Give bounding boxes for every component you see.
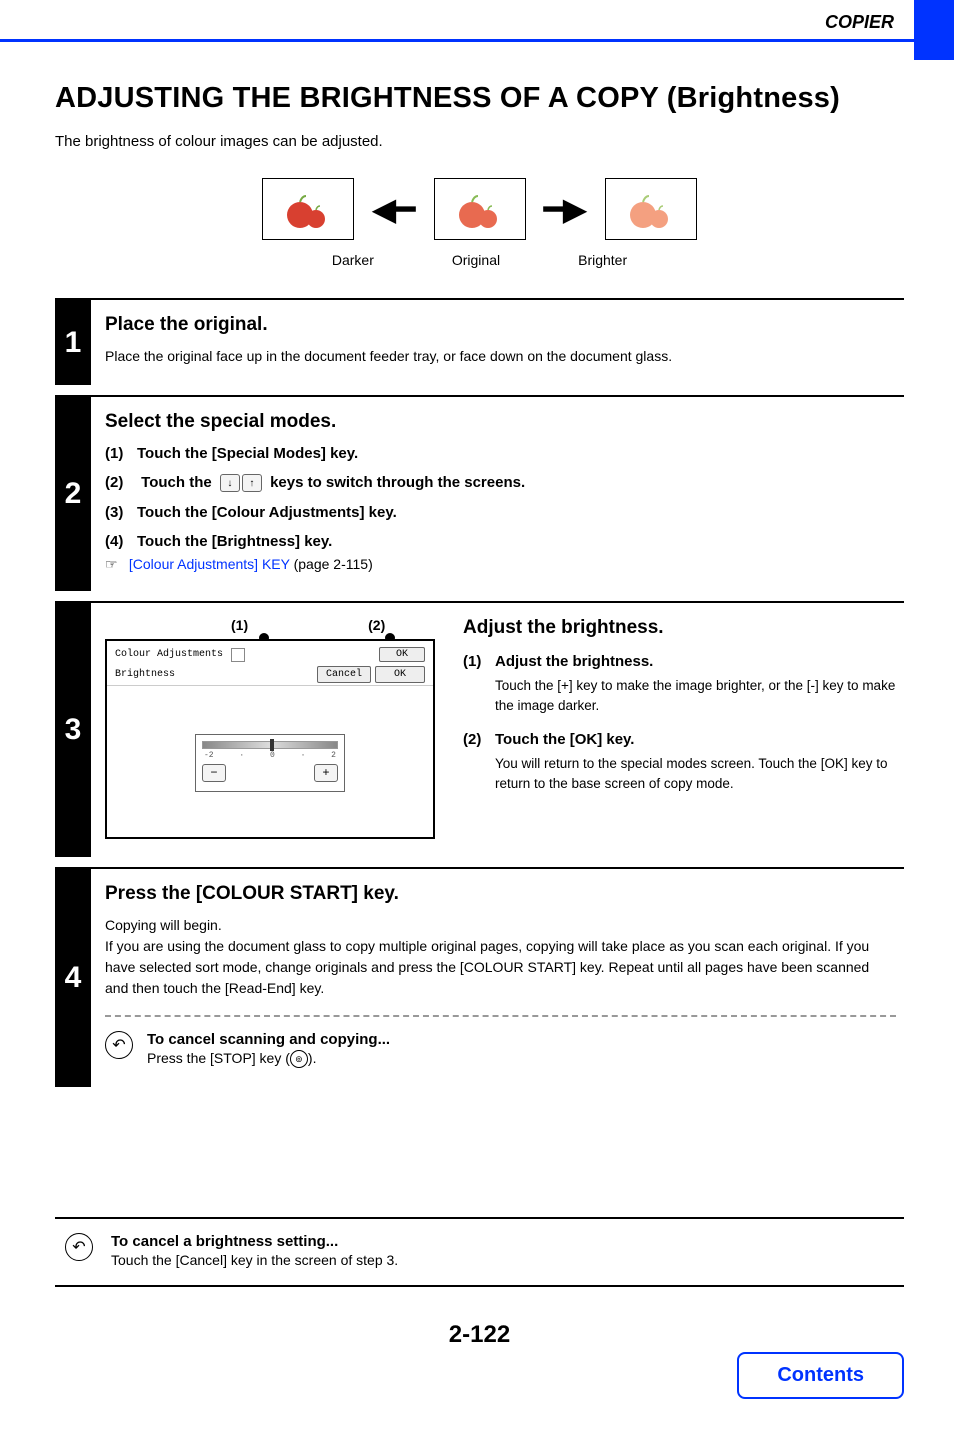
- tick-dot2: ·: [301, 751, 306, 760]
- apple-bright-icon: [621, 189, 681, 229]
- colour-adjustments-link[interactable]: [Colour Adjustments] KEY: [129, 556, 290, 572]
- bottom-note: ↶ To cancel a brightness setting... Touc…: [55, 1217, 904, 1287]
- cancel-text-a: Press the [STOP] key (: [147, 1050, 290, 1066]
- brightness-illustration: ◀━ ━▶: [55, 178, 904, 240]
- step-4-title: Press the [COLOUR START] key.: [105, 883, 896, 905]
- step-2-title: Select the special modes.: [105, 411, 896, 433]
- s2-sub2b: keys to switch through the screens.: [270, 474, 525, 491]
- step-2: 2 Select the special modes. (1)Touch the…: [55, 395, 904, 591]
- step-3: 3 (1) (2) Colour Adjustmen: [55, 601, 904, 857]
- label-darker: Darker: [332, 252, 374, 268]
- s2-sub2a: Touch the: [141, 474, 212, 491]
- intro-text: The brightness of colour images can be a…: [55, 133, 904, 150]
- s2-sub3-num: (3): [105, 504, 137, 521]
- step-1-text: Place the original face up in the docume…: [105, 346, 896, 367]
- scroll-down-icon: ↓: [220, 474, 240, 492]
- panel-title: Colour Adjustments: [115, 649, 223, 660]
- stop-key-icon: ⊚: [290, 1050, 308, 1068]
- callout-2: (2): [368, 617, 385, 633]
- step-4-text1: Copying will begin.: [105, 915, 896, 936]
- header-bar: COPIER: [0, 0, 954, 42]
- s2-sub2-num: (2): [105, 474, 137, 491]
- step-1-number: 1: [55, 300, 91, 385]
- minus-button[interactable]: −: [202, 764, 226, 782]
- undo-icon: ↶: [105, 1031, 133, 1059]
- step-1-title: Place the original.: [105, 314, 896, 336]
- arrow-right-icon: ━▶: [544, 193, 588, 225]
- reference-icon: ☞: [105, 556, 125, 573]
- touchscreen-panel: Colour Adjustments OK Brightness Cancel …: [105, 639, 435, 839]
- illustration-labels: Darker Original Brighter: [55, 252, 904, 268]
- apple-mid-icon: [450, 189, 510, 229]
- s2-sub4: Touch the [Brightness] key.: [137, 533, 332, 550]
- apple-dark-icon: [278, 189, 338, 229]
- step-2-number: 2: [55, 397, 91, 591]
- callout-1: (1): [231, 617, 248, 633]
- page-number: 2-122: [55, 1321, 904, 1349]
- brightness-slider[interactable]: [202, 741, 338, 749]
- tick-low: -2: [204, 751, 214, 760]
- tick-dot1: ·: [239, 751, 244, 760]
- s2-sub1: Touch the [Special Modes] key.: [137, 445, 358, 462]
- ref-page: (page 2-115): [290, 556, 373, 572]
- step-3-number: 3: [55, 603, 91, 857]
- contents-button[interactable]: Contents: [737, 1352, 904, 1399]
- brightness-slider-box: -2 · 0 · 2 − +: [195, 734, 345, 792]
- s2-sub4-num: (4): [105, 533, 137, 550]
- scroll-up-icon: ↑: [242, 474, 262, 492]
- s2-sub3: Touch the [Colour Adjustments] key.: [137, 504, 397, 521]
- panel-ok-top-button[interactable]: OK: [379, 647, 425, 662]
- section-label: COPIER: [825, 12, 894, 33]
- s3-d2-text: You will return to the special modes scr…: [495, 754, 896, 795]
- step-4-text2: If you are using the document glass to c…: [105, 936, 896, 999]
- tick-mid: 0: [270, 751, 275, 760]
- illus-darker: [262, 178, 354, 240]
- step-1: 1 Place the original. Place the original…: [55, 298, 904, 385]
- s3-d2-num: (2): [463, 731, 495, 748]
- step-4: 4 Press the [COLOUR START] key. Copying …: [55, 867, 904, 1087]
- label-brighter: Brighter: [578, 252, 627, 268]
- undo-icon-2: ↶: [65, 1233, 93, 1261]
- dashed-separator: [105, 1015, 896, 1017]
- panel-icon: [231, 648, 245, 662]
- s3-d1-text: Touch the [+] key to make the image brig…: [495, 676, 896, 717]
- s3-d1-num: (1): [463, 653, 495, 670]
- s3-d1-title: Adjust the brightness.: [495, 653, 653, 670]
- illus-brighter: [605, 178, 697, 240]
- illus-original: [434, 178, 526, 240]
- bottom-note-title: To cancel a brightness setting...: [111, 1233, 398, 1250]
- cancel-text-b: ).: [308, 1050, 317, 1066]
- cancel-title: To cancel scanning and copying...: [147, 1031, 390, 1048]
- step-4-number: 4: [55, 869, 91, 1087]
- arrow-left-icon: ◀━: [372, 193, 416, 225]
- panel-subtitle: Brightness: [115, 669, 175, 680]
- bottom-note-text: Touch the [Cancel] key in the screen of …: [111, 1250, 398, 1271]
- s3-d2-title: Touch the [OK] key.: [495, 731, 634, 748]
- label-original: Original: [452, 252, 500, 268]
- panel-cancel-button[interactable]: Cancel: [317, 666, 371, 683]
- panel-ok-button[interactable]: OK: [375, 666, 425, 683]
- slider-handle[interactable]: [270, 739, 274, 751]
- page-title: ADJUSTING THE BRIGHTNESS OF A COPY (Brig…: [55, 82, 904, 115]
- plus-button[interactable]: +: [314, 764, 338, 782]
- section-tab: [914, 0, 954, 60]
- tick-high: 2: [331, 751, 336, 760]
- step-3-title: Adjust the brightness.: [463, 617, 896, 639]
- s2-sub1-num: (1): [105, 445, 137, 462]
